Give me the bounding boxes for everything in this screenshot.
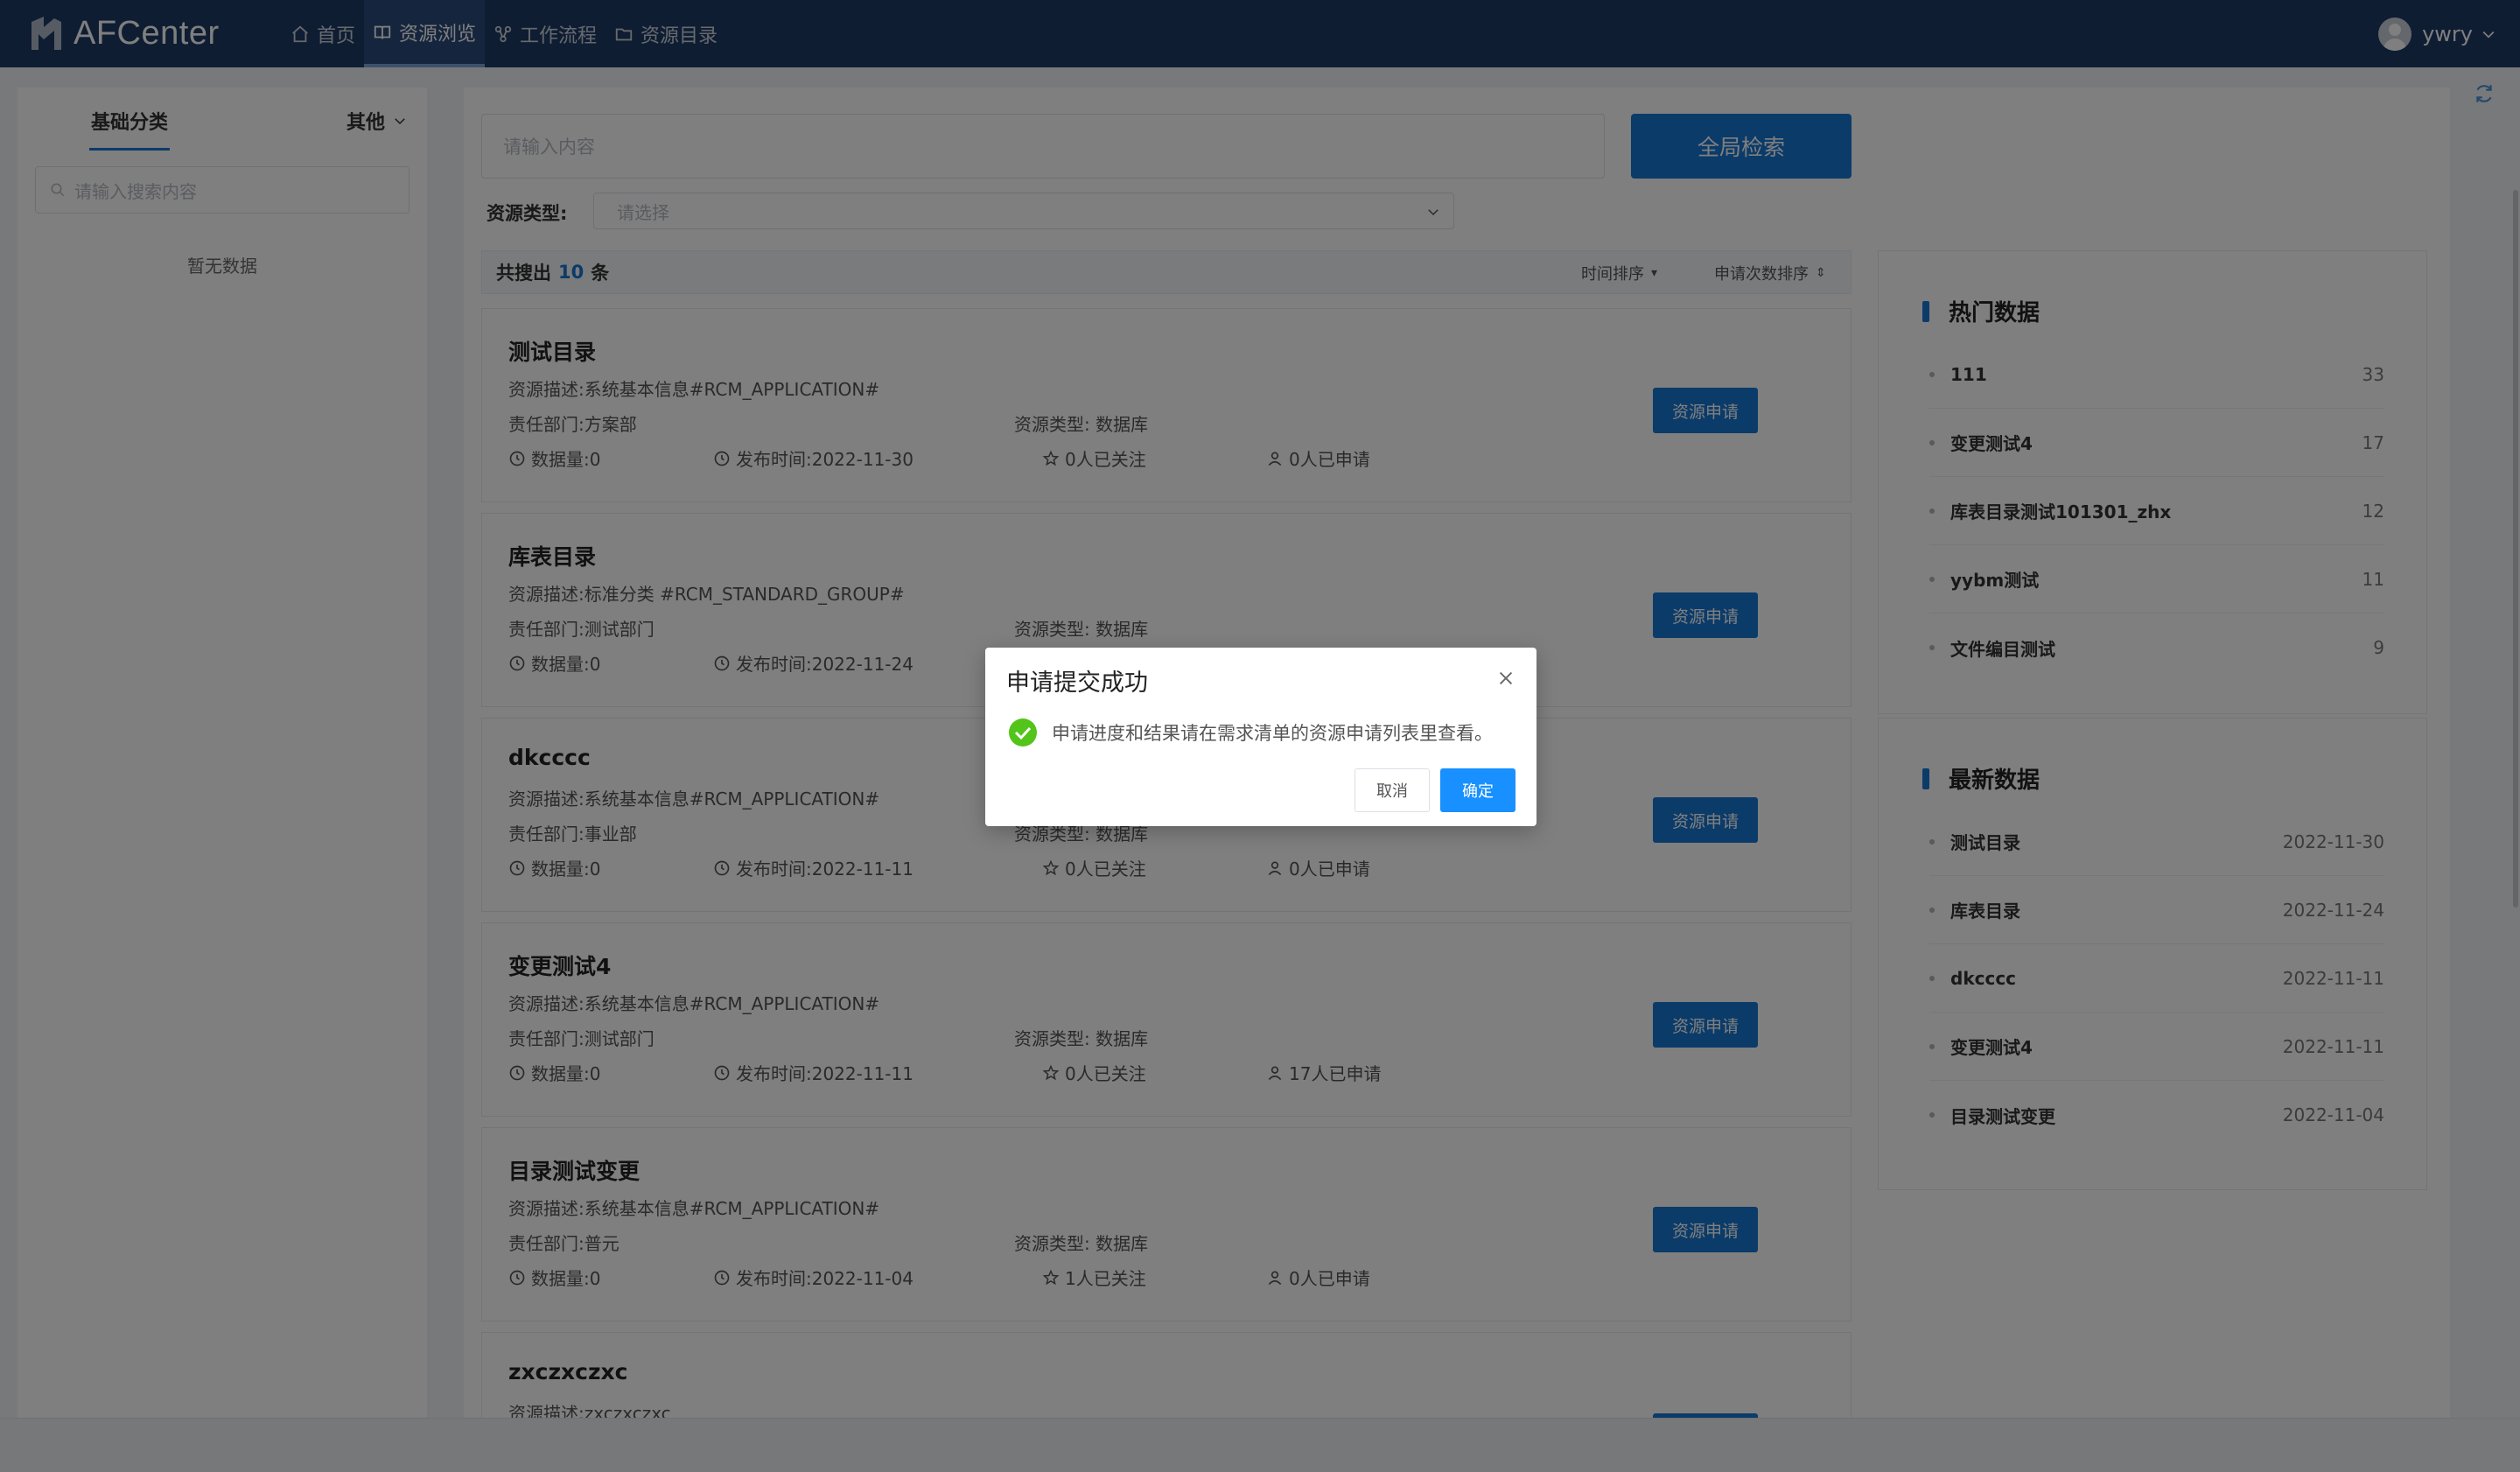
dialog-message-text: 申请进度和结果请在需求清单的资源申请列表里查看。: [1052, 723, 1493, 744]
confirm-button[interactable]: 确定: [1440, 768, 1516, 812]
close-icon[interactable]: [1496, 669, 1516, 688]
dialog-message: 申请进度和结果请在需求清单的资源申请列表里查看。: [1008, 718, 1493, 747]
success-check-icon: [1009, 718, 1037, 747]
dialog-title: 申请提交成功: [1006, 669, 1148, 697]
success-dialog: 申请提交成功 申请进度和结果请在需求清单的资源申请列表里查看。 取消 确定: [985, 648, 1536, 826]
cancel-button[interactable]: 取消: [1354, 768, 1430, 812]
